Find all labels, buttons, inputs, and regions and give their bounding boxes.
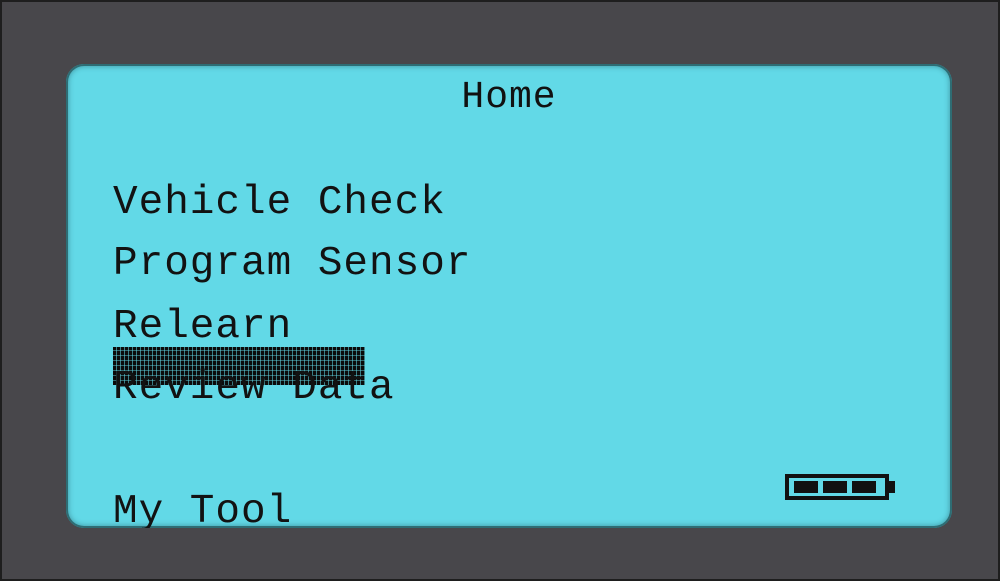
menu-item-vehicle-check[interactable]: Vehicle Check <box>113 180 446 226</box>
menu-item-program-sensor[interactable]: Program Sensor <box>113 241 471 287</box>
battery-full-icon <box>785 474 895 500</box>
menu-item-review-data[interactable]: Review Data <box>113 365 395 411</box>
device-bezel: Home Vehicle Check Program Sensor Relear… <box>0 0 1000 581</box>
lcd-screen: Home Vehicle Check Program Sensor Relear… <box>66 64 952 528</box>
page-title: Home <box>461 76 557 119</box>
menu-item-relearn[interactable]: Relearn <box>113 304 292 350</box>
menu-item-my-tool[interactable]: My Tool <box>113 489 292 528</box>
